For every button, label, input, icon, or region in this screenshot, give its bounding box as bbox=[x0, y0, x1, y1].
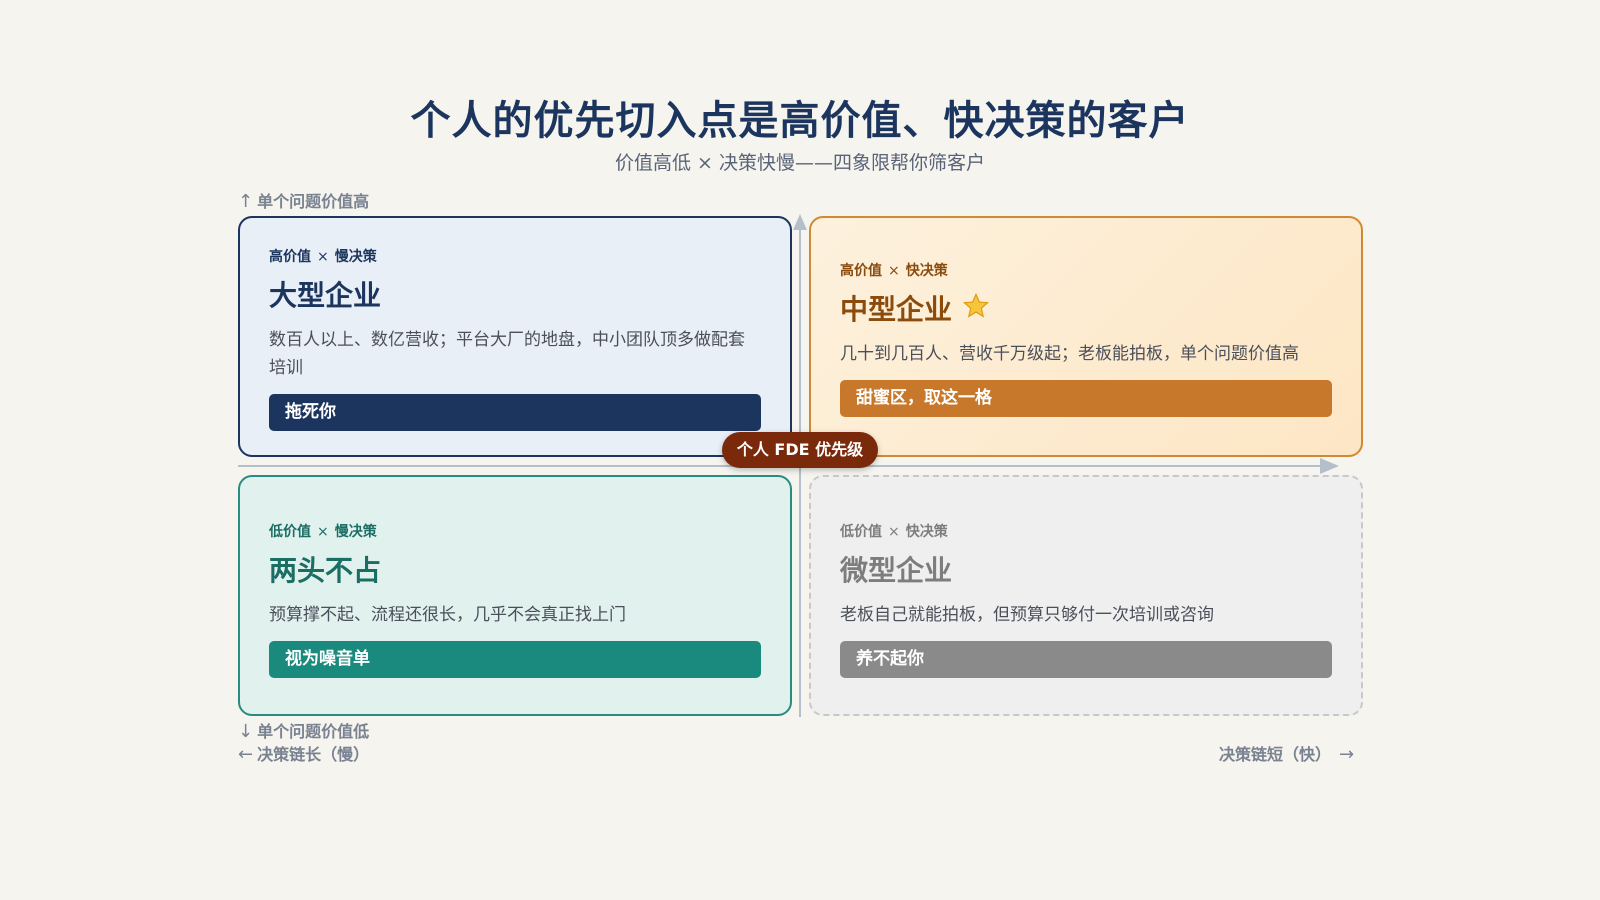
quadrant-neither: 低价值 × 慢决策 两头不占 预算撑不起、流程还很长，几乎不会真正找上门 视为噪音单 bbox=[238, 475, 792, 716]
tag-speed: 快决策 bbox=[905, 263, 948, 279]
quadrant-large-enterprise: 高价值 × 慢决策 大型企业 数百人以上、数亿营收；平台大厂的地盘，中小团队顶多做配… bbox=[238, 216, 792, 457]
quadrant-name: 大型企业 bbox=[269, 279, 382, 312]
star-icon bbox=[962, 292, 990, 325]
quadrant-tag: 低价值 × 快决策 bbox=[840, 521, 1332, 541]
quadrant-verdict: 甜蜜区，取这一格 bbox=[840, 380, 1332, 417]
quadrant-desc: 几十到几百人、营收千万级起；老板能拍板，单个问题价值高 bbox=[840, 344, 1299, 364]
quadrant-tag: 高价值 × 快决策 bbox=[840, 260, 1332, 280]
axis-label-left-text: 决策链长（慢） bbox=[257, 745, 370, 764]
tag-speed: 慢决策 bbox=[334, 249, 377, 265]
axis-label-left: ← 决策链长（慢） bbox=[238, 741, 369, 765]
axis-label-right-text: 决策链短（快） bbox=[1219, 745, 1332, 764]
tag-times: × bbox=[888, 524, 900, 540]
tag-speed: 慢决策 bbox=[334, 524, 377, 540]
page-subtitle: 价值高低 × 决策快慢——四象限帮你筛客户 bbox=[615, 152, 985, 174]
quadrant-verdict: 视为噪音单 bbox=[269, 641, 761, 678]
quadrant-name: 微型企业 bbox=[840, 554, 953, 587]
quadrant-tag: 低价值 × 慢决策 bbox=[269, 521, 761, 541]
tag-speed: 快决策 bbox=[905, 524, 948, 540]
vertical-axis-arrowhead bbox=[793, 214, 807, 230]
axis-label-top: ↑ 单个问题价值高 bbox=[238, 188, 369, 212]
tag-value: 高价值 bbox=[840, 263, 882, 279]
axis-label-right: 决策链短（快） → bbox=[1219, 741, 1354, 765]
quadrant-name: 两头不占 bbox=[269, 554, 382, 587]
tag-value: 低价值 bbox=[269, 524, 311, 540]
horizontal-axis-arrowhead bbox=[1320, 458, 1339, 474]
quadrant-desc: 预算撑不起、流程还很长，几乎不会真正找上门 bbox=[269, 605, 626, 625]
quadrant-desc: 数百人以上、数亿营收；平台大厂的地盘，中小团队顶多做配套培训 bbox=[269, 330, 745, 378]
quadrant-mid-enterprise: 高价值 × 快决策 中型企业 几十到几百人、营收千万级起；老板能拍板，单个问题价值高… bbox=[809, 216, 1363, 457]
quadrant-name: 中型企业 bbox=[840, 288, 1332, 328]
quadrant-verdict: 拖死你 bbox=[269, 394, 761, 431]
tag-value: 低价值 bbox=[840, 524, 882, 540]
arrow-left-icon: ← bbox=[238, 744, 254, 765]
quadrant-verdict: 养不起你 bbox=[840, 641, 1332, 678]
arrow-up-icon: ↑ bbox=[238, 191, 254, 212]
tag-times: × bbox=[317, 249, 329, 265]
arrow-right-icon: → bbox=[1339, 744, 1355, 765]
tag-value: 高价值 bbox=[269, 249, 311, 265]
page-title: 个人的优先切入点是高价值、快决策的客户 bbox=[410, 98, 1190, 144]
axis-label-top-text: 单个问题价值高 bbox=[257, 192, 370, 211]
center-priority-badge: 个人 FDE 优先级 bbox=[722, 432, 878, 468]
tag-times: × bbox=[888, 263, 900, 279]
quadrant-micro-enterprise: 低价值 × 快决策 微型企业 老板自己就能拍板，但预算只够付一次培训或咨询 养不起你 bbox=[809, 475, 1363, 716]
vertical-axis-line bbox=[799, 222, 801, 717]
tag-times: × bbox=[317, 524, 329, 540]
arrow-down-icon: ↓ bbox=[238, 721, 254, 742]
quadrant-desc: 老板自己就能拍板，但预算只够付一次培训或咨询 bbox=[840, 605, 1214, 625]
axis-label-bottom-text: 单个问题价值低 bbox=[257, 722, 370, 741]
quadrant-name-text: 中型企业 bbox=[840, 293, 953, 326]
axis-label-bottom: ↓ 单个问题价值低 bbox=[238, 718, 369, 742]
quadrant-tag: 高价值 × 慢决策 bbox=[269, 246, 761, 266]
